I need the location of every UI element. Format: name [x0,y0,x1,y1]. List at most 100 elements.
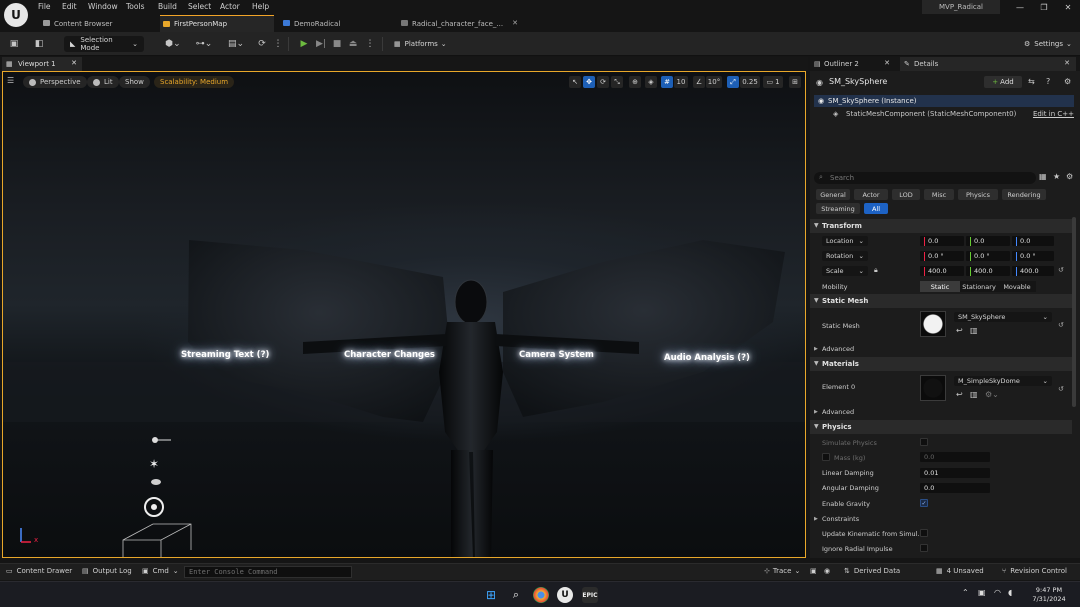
minimize-button[interactable]: — [1008,0,1032,14]
linear-damping-field[interactable]: 0.01 [920,468,990,478]
edit-in-cpp-link[interactable]: Edit in C++ [1033,110,1074,118]
grid-snap-icon[interactable]: # [661,76,673,88]
materials-advanced[interactable]: ▶ Advanced [810,405,1072,419]
filter-all[interactable]: All [864,203,888,214]
step-icon[interactable]: ▶| [315,38,327,50]
grid-view-icon[interactable]: ▦ [1039,172,1047,181]
selection-mode-dropdown[interactable]: ◣ Selection Mode ⌄ [64,36,144,52]
component-row-instance[interactable]: ◉ SM_SkySphere (Instance) [814,95,1074,107]
settings-icon[interactable]: ⚙ [1064,77,1071,86]
stop-icon[interactable]: ■ [331,38,343,50]
filter-misc[interactable]: Misc [924,189,954,200]
use-selected-icon[interactable]: ↩ [956,390,963,399]
derived-data-button[interactable]: ⇅ Derived Data [844,567,900,575]
filter-physics[interactable]: Physics [958,189,998,200]
play-icon[interactable]: ▶ [298,38,310,50]
use-selected-icon[interactable]: ↩ [956,326,963,335]
content-drawer-button[interactable]: ▭ Content Drawer [6,567,72,575]
more-options-icon[interactable]: ⋮ [272,38,284,50]
close-tab-icon[interactable]: ✕ [884,59,890,67]
compile-icon[interactable]: ⟳ [256,38,268,50]
perspective-button[interactable]: Perspective [23,76,87,88]
tab-radical-character-face[interactable]: Radical_character_face_... ✕ [398,15,524,32]
close-window-button[interactable]: ✕ [1056,0,1080,14]
platforms-dropdown[interactable]: ▦ Platforms ⌄ [388,36,448,52]
world-space-icon[interactable]: ⊕ [629,76,641,88]
add-component-button[interactable]: + Add [984,76,1022,88]
close-tab-icon[interactable]: ✕ [512,19,518,27]
maximize-viewport-icon[interactable]: ⊞ [789,76,801,88]
grid-snap-value[interactable]: 10 [674,76,688,88]
wifi-icon[interactable]: ◠ [994,588,1001,597]
lit-button[interactable]: Lit [87,76,119,88]
mass-override-checkbox[interactable] [822,453,830,461]
menu-window[interactable]: Window [88,2,118,11]
select-tool-icon[interactable]: ↖ [569,76,581,88]
material-options-icon[interactable]: ⚙⌄ [985,390,999,399]
rotation-snap-value[interactable]: 10° [706,76,722,88]
tab-details[interactable]: ✎ Details ✕ [900,57,1076,71]
record-icon[interactable]: ◉ [824,567,830,575]
update-kinematic-checkbox[interactable] [920,529,928,537]
scale-dropdown[interactable]: Scale ⌄ [822,266,868,276]
enable-gravity-checkbox[interactable]: ✓ [920,499,928,507]
output-log-button[interactable]: ▤ Output Log [82,567,132,575]
mass-field[interactable]: 0.0 [920,452,990,462]
section-static-mesh[interactable]: ▼ Static Mesh [810,294,1072,308]
surface-snap-icon[interactable]: ◈ [645,76,657,88]
maximize-button[interactable]: ❐ [1032,0,1056,14]
console-command-input[interactable]: Enter Console Command [184,566,352,578]
section-physics[interactable]: ▼ Physics [810,420,1072,434]
tab-outliner[interactable]: ▤ Outliner 2 ✕ [810,57,896,71]
close-tab-icon[interactable]: ✕ [71,59,77,67]
tab-first-person-map[interactable]: FirstPersonMap [160,15,274,32]
camera-speed-button[interactable]: ▭ 1 [763,76,783,88]
unreal-taskbar-icon[interactable]: U [557,587,573,603]
blueprint-convert-icon[interactable]: ⇆ [1028,77,1035,86]
help-icon[interactable]: ? [1046,77,1050,86]
windows-start-icon[interactable]: ⊞ [483,587,499,603]
rotation-x-field[interactable]: 0.0 ° [920,251,964,261]
constraints-subsection[interactable]: ▶ Constraints [810,512,1072,526]
static-mesh-advanced[interactable]: ▶ Advanced [810,342,1072,356]
tray-overflow-icon[interactable]: ⌃ [962,588,969,597]
material-thumbnail[interactable] [920,375,946,401]
cinematics-icon[interactable]: ▤⌄ [226,38,246,50]
rotation-y-field[interactable]: 0.0 ° [966,251,1010,261]
scale-y-field[interactable]: 400.0 [966,266,1010,276]
blueprint-menu-icon[interactable]: ⊶⌄ [194,38,214,50]
section-materials[interactable]: ▼ Materials [810,357,1072,371]
system-clock[interactable]: 9:47 PM 7/31/2024 [1024,586,1074,604]
scale-x-field[interactable]: 400.0 [920,266,964,276]
tab-demo-radical[interactable]: DemoRadical [280,15,390,32]
details-scrollbar[interactable] [1072,217,1076,407]
browse-asset-icon[interactable]: ▥ [970,390,978,399]
simulate-physics-checkbox[interactable] [920,438,928,446]
menu-file[interactable]: File [38,2,51,11]
scale-tool-icon[interactable]: ⤡ [611,76,623,88]
cmd-dropdown[interactable]: ▣ Cmd ⌄ [142,567,179,575]
hamburger-menu-icon[interactable]: ☰ [7,76,14,85]
show-button[interactable]: Show [119,76,150,88]
component-row-static-mesh[interactable]: ◈ StaticMeshComponent (StaticMeshCompone… [814,108,1074,120]
chrome-icon[interactable] [533,587,549,603]
menu-actor[interactable]: Actor [220,2,240,11]
unsaved-button[interactable]: ▦ 4 Unsaved [936,567,984,575]
scale-snap-value[interactable]: 0.25 [740,76,760,88]
favorite-star-icon[interactable]: ★ [1053,172,1060,181]
scale-z-field[interactable]: 400.0 [1012,266,1054,276]
reset-to-default-icon[interactable]: ↺ [1058,266,1064,274]
browse-icon[interactable]: ◧ [33,38,45,50]
volume-icon[interactable]: ◖ [1008,588,1012,597]
add-actor-icon[interactable]: ⬢⌄ [163,38,183,50]
static-mesh-picker[interactable]: SM_SkySphere ⌄ [954,312,1052,322]
epic-games-icon[interactable]: EPIC [582,587,598,603]
tray-app-icon[interactable]: ▣ [978,588,986,597]
filter-actor[interactable]: Actor [854,189,888,200]
rotation-snap-icon[interactable]: ∠ [693,76,705,88]
tab-viewport-1[interactable]: ▦ Viewport 1 ✕ [2,57,82,71]
material-picker[interactable]: M_SimpleSkyDome ⌄ [954,376,1052,386]
filter-general[interactable]: General [816,189,850,200]
filter-streaming[interactable]: Streaming [816,203,860,214]
rotate-tool-icon[interactable]: ⟳ [597,76,609,88]
